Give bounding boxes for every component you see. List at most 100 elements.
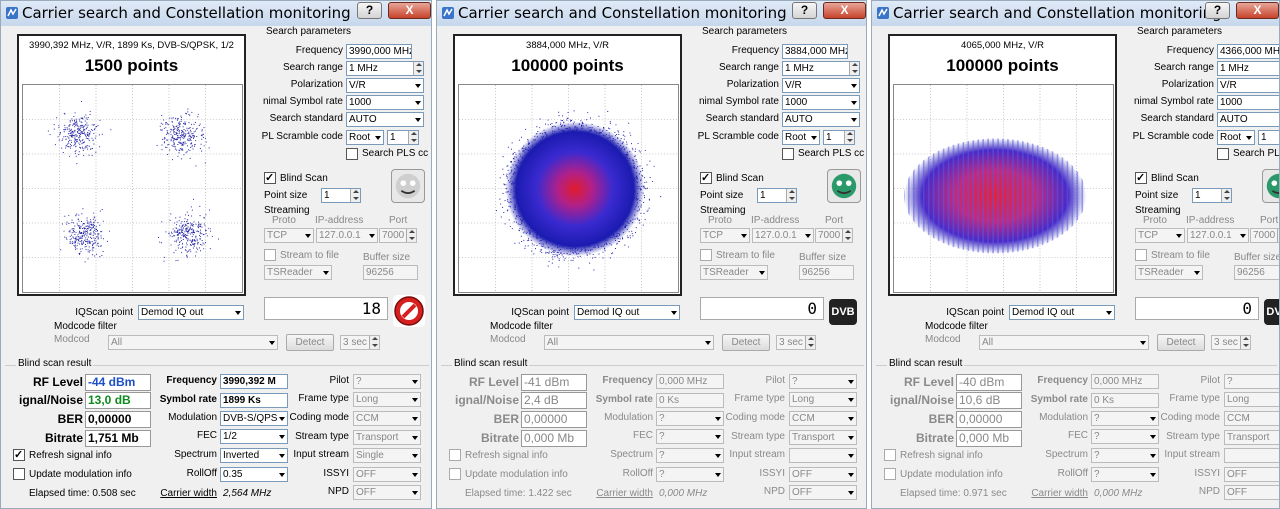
search-standard-select[interactable]: AUTO xyxy=(346,112,424,127)
refresh-signal-checkbox[interactable] xyxy=(13,449,25,461)
stream-type-select[interactable]: Transport xyxy=(353,430,421,445)
stream-type-select[interactable]: Transport xyxy=(1224,430,1280,445)
point-size-input[interactable]: 1 xyxy=(321,188,361,203)
modulation-select[interactable]: DVB-S/QPS xyxy=(220,411,288,426)
help-button[interactable]: ? xyxy=(357,2,382,19)
search-range-input[interactable]: 1 MHz xyxy=(1217,61,1280,76)
pilot-select[interactable]: ? xyxy=(789,374,857,389)
issyi-select[interactable]: OFF xyxy=(1224,467,1280,482)
search-pls-checkbox[interactable] xyxy=(346,148,358,160)
fec-select[interactable]: 1/2 xyxy=(220,429,288,444)
blind-scan-checkbox[interactable] xyxy=(700,172,712,184)
search-range-input[interactable]: 1 MHz xyxy=(346,61,424,76)
search-standard-select[interactable]: AUTO xyxy=(1217,112,1280,127)
detect-interval-input[interactable]: 3 sec xyxy=(776,335,816,350)
spinner-icon[interactable] xyxy=(805,336,815,349)
min-symbol-rate-select[interactable]: 1000 xyxy=(1217,95,1280,110)
spinner-icon[interactable] xyxy=(369,336,379,349)
spinner-icon[interactable] xyxy=(413,62,423,75)
port-input[interactable]: 7000 xyxy=(379,228,417,243)
frequency-input[interactable]: 3990,000 MHz xyxy=(346,44,412,59)
stream-to-file-checkbox[interactable] xyxy=(700,249,712,261)
polarization-select[interactable]: V/R xyxy=(1217,78,1280,93)
proto-select[interactable]: TCP xyxy=(264,228,314,243)
proto-select[interactable]: TCP xyxy=(700,228,750,243)
coding-mode-select[interactable]: CCM xyxy=(353,411,421,426)
input-stream-select[interactable]: Single xyxy=(353,448,421,463)
polarization-select[interactable]: V/R xyxy=(346,78,424,93)
spinner-icon[interactable] xyxy=(1240,336,1250,349)
input-stream-select[interactable] xyxy=(1224,448,1280,463)
help-button[interactable]: ? xyxy=(792,2,817,19)
pl-root-select[interactable]: Root xyxy=(1217,130,1255,145)
frame-type-select[interactable]: Long xyxy=(1224,392,1280,407)
update-modulation-checkbox[interactable] xyxy=(13,468,25,480)
search-pls-checkbox[interactable] xyxy=(782,148,794,160)
rolloff-select[interactable]: 0.35 xyxy=(220,467,288,482)
frequency-input[interactable]: 4366,000 MHz xyxy=(1217,44,1280,59)
issyi-select[interactable]: OFF xyxy=(789,467,857,482)
modcode-select[interactable]: All xyxy=(544,335,714,350)
iqscan-select[interactable]: Demod IQ out xyxy=(1009,305,1115,320)
point-size-input[interactable]: 1 xyxy=(1192,188,1232,203)
update-modulation-checkbox[interactable] xyxy=(884,468,896,480)
ip-address-select[interactable]: 127.0.0.1 xyxy=(1187,228,1249,243)
spectrum-select[interactable]: Inverted xyxy=(220,448,288,463)
stream-reader-select[interactable]: TSReader xyxy=(700,265,768,280)
stop-icon[interactable] xyxy=(393,295,425,327)
detect-button[interactable]: Detect xyxy=(722,334,770,351)
point-size-input[interactable]: 1 xyxy=(757,188,797,203)
spinner-icon[interactable] xyxy=(406,229,416,242)
npd-select[interactable]: OFF xyxy=(1224,485,1280,500)
refresh-signal-checkbox[interactable] xyxy=(884,449,896,461)
spinner-icon[interactable] xyxy=(844,131,854,144)
close-button[interactable]: X xyxy=(1236,2,1279,19)
frame-type-select[interactable]: Long xyxy=(353,392,421,407)
detect-button[interactable]: Detect xyxy=(1157,334,1205,351)
spectrum-select[interactable]: ? xyxy=(1091,448,1159,463)
modulation-select[interactable]: ? xyxy=(656,411,724,426)
spinner-icon[interactable] xyxy=(849,62,859,75)
issyi-select[interactable]: OFF xyxy=(353,467,421,482)
coding-mode-select[interactable]: CCM xyxy=(789,411,857,426)
spinner-icon[interactable] xyxy=(1221,189,1231,202)
stream-type-select[interactable]: Transport xyxy=(789,430,857,445)
proto-select[interactable]: TCP xyxy=(1135,228,1185,243)
search-pls-checkbox[interactable] xyxy=(1217,148,1229,160)
npd-select[interactable]: OFF xyxy=(789,485,857,500)
pl-root-select[interactable]: Root xyxy=(782,130,820,145)
close-button[interactable]: X xyxy=(823,2,866,19)
search-range-input[interactable]: 1 MHz xyxy=(782,61,860,76)
ip-address-select[interactable]: 127.0.0.1 xyxy=(752,228,814,243)
fec-select[interactable]: ? xyxy=(1091,429,1159,444)
spinner-icon[interactable] xyxy=(842,229,852,242)
frame-type-select[interactable]: Long xyxy=(789,392,857,407)
port-input[interactable]: 7000 xyxy=(815,228,853,243)
stream-to-file-checkbox[interactable] xyxy=(1135,249,1147,261)
stream-reader-select[interactable]: TSReader xyxy=(1135,265,1203,280)
spinner-icon[interactable] xyxy=(408,131,418,144)
min-symbol-rate-select[interactable]: 1000 xyxy=(346,95,424,110)
carrier-width-label[interactable]: Carrier width xyxy=(141,488,217,499)
coding-mode-select[interactable]: CCM xyxy=(1224,411,1280,426)
ip-address-select[interactable]: 127.0.0.1 xyxy=(316,228,378,243)
min-symbol-rate-select[interactable]: 1000 xyxy=(782,95,860,110)
modcode-select[interactable]: All xyxy=(979,335,1149,350)
detect-interval-input[interactable]: 3 sec xyxy=(1211,335,1251,350)
stream-reader-select[interactable]: TSReader xyxy=(264,265,332,280)
rolloff-select[interactable]: ? xyxy=(1091,467,1159,482)
pl-value-input[interactable]: 1 xyxy=(1258,130,1280,145)
iqscan-select[interactable]: Demod IQ out xyxy=(138,305,244,320)
iqscan-select[interactable]: Demod IQ out xyxy=(574,305,680,320)
pl-root-select[interactable]: Root xyxy=(346,130,384,145)
spinner-icon[interactable] xyxy=(350,189,360,202)
close-button[interactable]: X xyxy=(388,2,431,19)
help-button[interactable]: ? xyxy=(1205,2,1230,19)
frequency-input[interactable]: 3884,000 MHz xyxy=(782,44,848,59)
buffer-size-input[interactable]: 96256 xyxy=(799,265,854,280)
detect-button[interactable]: Detect xyxy=(286,334,334,351)
pilot-select[interactable]: ? xyxy=(1224,374,1280,389)
pilot-select[interactable]: ? xyxy=(353,374,421,389)
npd-select[interactable]: OFF xyxy=(353,485,421,500)
fec-select[interactable]: ? xyxy=(656,429,724,444)
